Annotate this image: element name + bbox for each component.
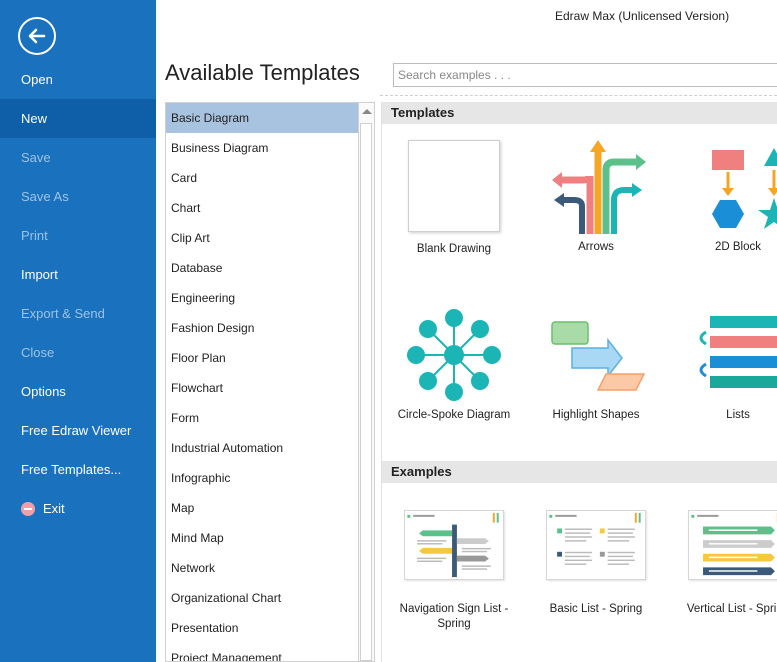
menu-exit-label: Exit: [43, 501, 65, 516]
category-item-map[interactable]: Map: [166, 493, 358, 523]
template-label: 2D Block: [714, 241, 762, 253]
templates-header: Templates: [382, 102, 777, 124]
template-blank-drawing[interactable]: Blank Drawing: [388, 140, 520, 257]
menu-options[interactable]: Options: [0, 372, 156, 411]
category-item-industrial-automation[interactable]: Industrial Automation: [166, 433, 358, 463]
template-gallery: Templates Blank Drawing Arrows 2D Block …: [381, 102, 777, 662]
menu-save[interactable]: Save: [0, 138, 156, 177]
category-item-engineering[interactable]: Engineering: [166, 283, 358, 313]
window-title: Edraw Max (Unlicensed Version): [555, 9, 730, 23]
category-item-chart[interactable]: Chart: [166, 193, 358, 223]
search-input[interactable]: [393, 63, 777, 87]
template-lists[interactable]: Lists: [672, 308, 777, 423]
example-navigation-sign-list[interactable]: Navigation Sign List - Spring: [388, 510, 520, 632]
category-item-mind-map[interactable]: Mind Map: [166, 523, 358, 553]
example-basic-list[interactable]: Basic List - Spring: [530, 510, 662, 617]
example-thumbnail: [404, 510, 504, 580]
example-thumbnail: [546, 510, 646, 580]
template-label: Circle-Spoke Diagram: [397, 409, 511, 421]
back-button[interactable]: [18, 17, 56, 55]
category-list: Basic Diagram Business Diagram Card Char…: [165, 102, 359, 662]
back-arrow-icon: [28, 28, 46, 44]
exit-icon: [21, 501, 35, 516]
template-label: Lists: [726, 409, 750, 421]
category-item-basic-diagram[interactable]: Basic Diagram: [166, 103, 358, 133]
example-label: Basic List - Spring: [549, 603, 643, 615]
examples-header: Examples: [382, 461, 777, 483]
example-label: Navigation Sign List - Spring: [399, 603, 509, 630]
blank-page-icon: [408, 140, 500, 232]
menu-save-as[interactable]: Save As: [0, 177, 156, 216]
divider: [380, 95, 777, 96]
example-vertical-list[interactable]: Vertical List - Spring: [672, 510, 777, 617]
template-2d-block[interactable]: 2D Block: [672, 140, 777, 255]
category-item-fashion-design[interactable]: Fashion Design: [166, 313, 358, 343]
page-title: Available Templates: [165, 60, 360, 85]
backstage-menu: Open New Save Save As Print Import Expor…: [0, 60, 156, 528]
arrows-icon: [552, 140, 646, 234]
menu-free-edraw-viewer[interactable]: Free Edraw Viewer: [0, 411, 156, 450]
category-scrollbar[interactable]: [359, 102, 375, 662]
category-item-form[interactable]: Form: [166, 403, 358, 433]
menu-open[interactable]: Open: [0, 60, 156, 99]
category-item-network[interactable]: Network: [166, 553, 358, 583]
example-label: Vertical List - Spring: [686, 603, 777, 615]
highlight-shapes-icon: [551, 321, 646, 391]
backstage-panel: Open New Save Save As Print Import Expor…: [0, 0, 156, 662]
template-arrows[interactable]: Arrows: [530, 140, 662, 255]
menu-new[interactable]: New: [0, 99, 156, 138]
scroll-thumb[interactable]: [360, 123, 372, 661]
category-item-project-management[interactable]: Project Management: [166, 643, 358, 661]
lists-icon: [699, 316, 777, 388]
menu-import[interactable]: Import: [0, 255, 156, 294]
category-item-business-diagram[interactable]: Business Diagram: [166, 133, 358, 163]
menu-close[interactable]: Close: [0, 333, 156, 372]
menu-export-send[interactable]: Export & Send: [0, 294, 156, 333]
category-item-organizational-chart[interactable]: Organizational Chart: [166, 583, 358, 613]
template-highlight-shapes[interactable]: Highlight Shapes: [530, 308, 662, 423]
category-item-card[interactable]: Card: [166, 163, 358, 193]
2d-block-icon: [712, 148, 777, 229]
menu-print[interactable]: Print: [0, 216, 156, 255]
template-circle-spoke-diagram[interactable]: Circle-Spoke Diagram: [388, 308, 520, 423]
category-item-infographic[interactable]: Infographic: [166, 463, 358, 493]
template-label: Arrows: [578, 241, 614, 253]
menu-free-templates[interactable]: Free Templates...: [0, 450, 156, 489]
circle-spoke-icon: [407, 309, 501, 401]
template-label: Blank Drawing: [416, 243, 492, 255]
category-item-clip-art[interactable]: Clip Art: [166, 223, 358, 253]
category-item-presentation[interactable]: Presentation: [166, 613, 358, 643]
example-thumbnail: [688, 510, 777, 580]
scroll-up-icon[interactable]: [362, 109, 372, 114]
category-item-database[interactable]: Database: [166, 253, 358, 283]
category-item-floor-plan[interactable]: Floor Plan: [166, 343, 358, 373]
menu-exit[interactable]: Exit: [0, 489, 156, 528]
template-label: Highlight Shapes: [552, 409, 640, 421]
category-item-flowchart[interactable]: Flowchart: [166, 373, 358, 403]
